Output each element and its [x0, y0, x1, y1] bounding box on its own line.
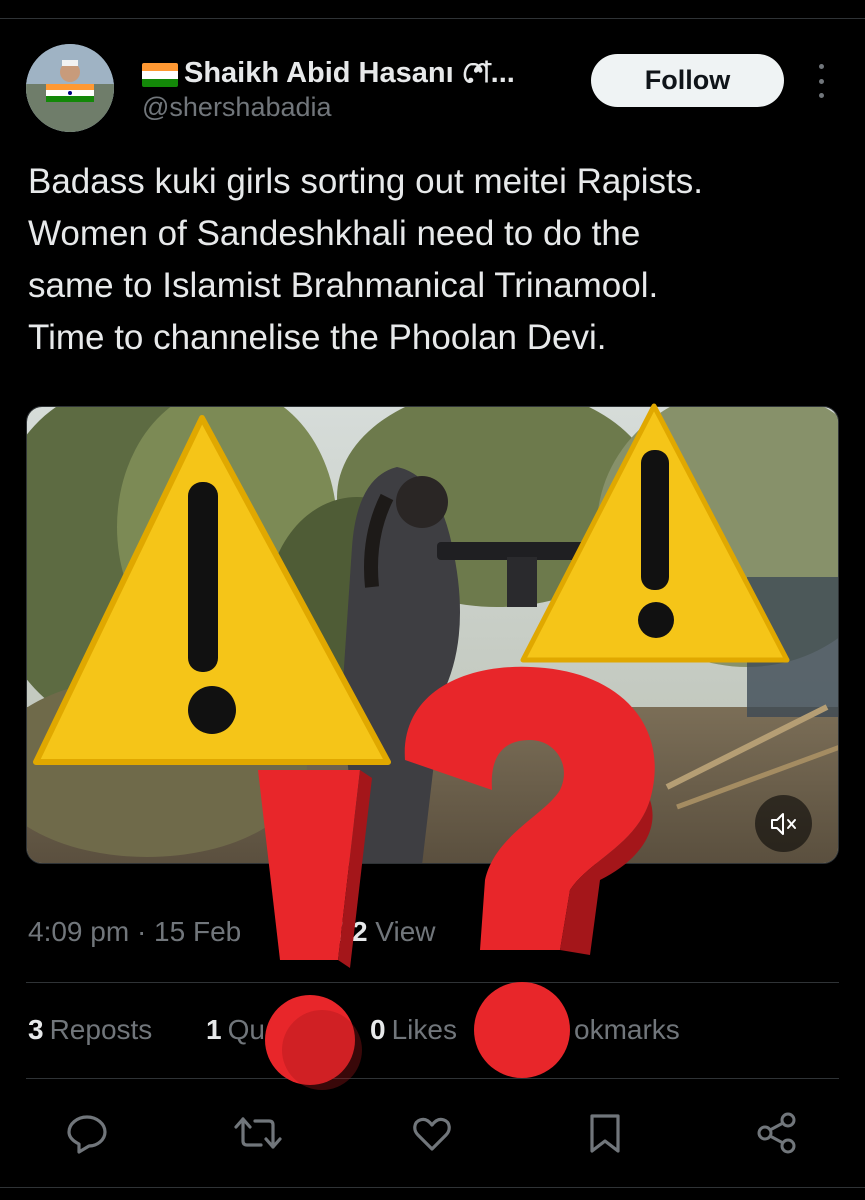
reposts-count: 3 [28, 1014, 44, 1045]
quotes-label: Qu [227, 1014, 265, 1045]
bookmark-button[interactable] [580, 1108, 630, 1158]
reply-button[interactable] [62, 1108, 112, 1158]
share-button[interactable] [752, 1108, 802, 1158]
tweet-text-line: Women of Sandeshkhali need to do the [28, 214, 641, 253]
tweet-text-line: Badass kuki girls sorting out meitei Rap… [28, 162, 703, 201]
like-icon [413, 1117, 451, 1151]
follow-button[interactable]: Follow [591, 54, 784, 107]
action-bar [0, 1108, 865, 1158]
bookmarks-label: okmarks [574, 1014, 680, 1045]
repost-icon [234, 1117, 282, 1149]
time-text: 4:09 pm · 15 Feb [28, 916, 242, 947]
india-flag-icon [142, 62, 178, 87]
mute-button[interactable] [755, 795, 812, 852]
reposts-stat[interactable]: 3 Reposts [28, 1014, 152, 1046]
tweet-timestamp[interactable]: 4:09 pm · 15 Feb 522 View [28, 916, 435, 948]
bookmark-icon [590, 1114, 620, 1153]
share-icon [757, 1112, 796, 1154]
handle[interactable]: @shershabadia [142, 92, 332, 123]
tweet-header: Shaikh Abid Hasanı শে... @shershabadia F… [26, 44, 839, 134]
likes-label: Likes [391, 1014, 457, 1045]
reposts-label: Reposts [49, 1014, 153, 1045]
tweet-text-line: Time to channelise the Phoolan Devi. [28, 318, 607, 357]
more-options-icon[interactable] [814, 64, 828, 98]
volume-mute-icon [770, 812, 796, 835]
views-count: 522 [320, 916, 368, 947]
like-button[interactable] [407, 1108, 457, 1158]
reply-icon [67, 1115, 107, 1154]
quotes-stat[interactable]: 1 Qu [206, 1014, 265, 1046]
views-label: View [375, 916, 436, 947]
likes-stat[interactable]: 0 Likes [370, 1014, 457, 1046]
tweet-text-line: same to Islamist Brahmanical Trinamool. [28, 266, 659, 305]
divider [26, 982, 839, 983]
tweet-text: Badass kuki girls sorting out meitei Rap… [28, 156, 838, 364]
tweet-video[interactable] [26, 406, 839, 864]
bookmarks-stat[interactable]: okmarks [574, 1014, 680, 1046]
repost-button[interactable] [233, 1108, 283, 1158]
quotes-count: 1 [206, 1014, 222, 1045]
divider [26, 1078, 839, 1079]
avatar[interactable] [26, 44, 114, 132]
likes-count: 0 [370, 1014, 386, 1045]
